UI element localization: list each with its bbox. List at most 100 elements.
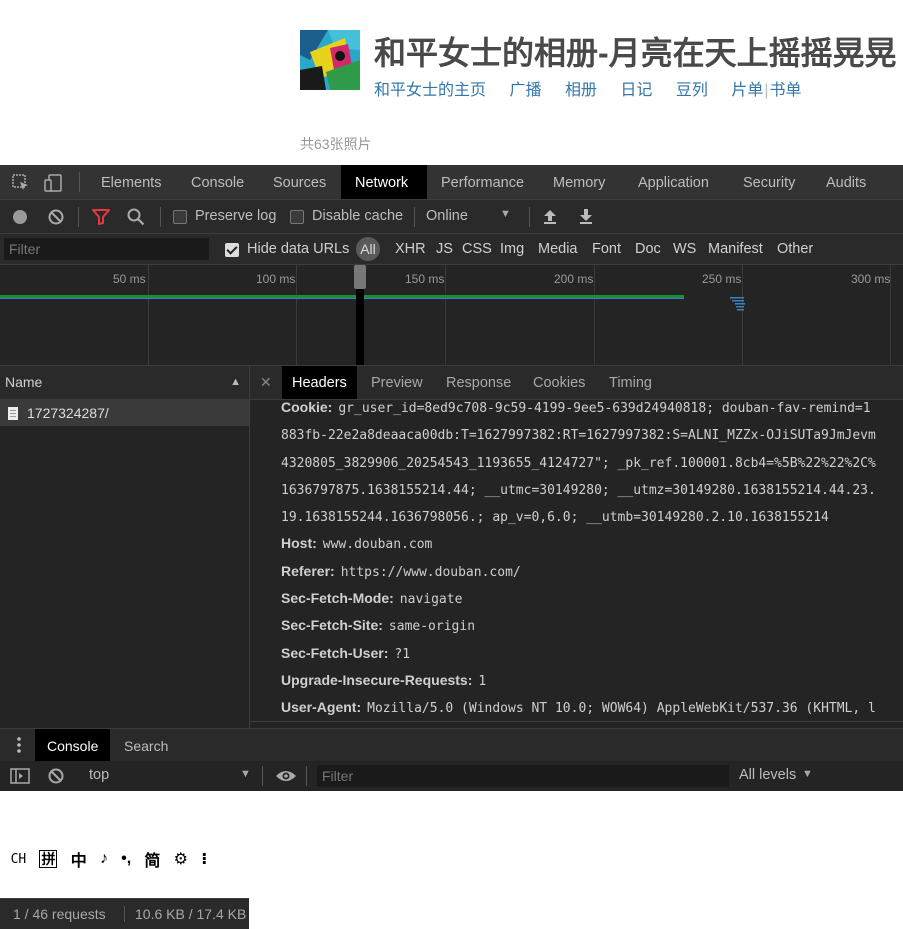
drawer-tab-search[interactable]: Search	[112, 729, 180, 761]
name-column-header[interactable]: Name ▲	[0, 366, 249, 400]
page-nav: 和平女士的主页 广播 相册 日记 豆列 片单|书单	[374, 76, 821, 100]
ime-simplified-icon[interactable]: 简	[144, 847, 160, 871]
ime-settings-icon[interactable]: ⚙	[174, 849, 188, 869]
clear-console-icon[interactable]	[48, 768, 64, 787]
tab-performance[interactable]: Performance	[427, 165, 538, 199]
header-line: 883fb-22e2a8deaaca00db:T=1627997382:RT=1…	[281, 421, 903, 448]
filter-type-img[interactable]: Img	[500, 241, 524, 257]
header-value: ?1	[394, 646, 411, 662]
log-levels-select[interactable]: All levels	[739, 767, 796, 783]
grid-line	[742, 265, 743, 365]
nav-album-link[interactable]: 相册	[565, 82, 597, 99]
filter-type-all[interactable]: All	[356, 237, 380, 261]
filter-type-ws[interactable]: WS	[673, 241, 696, 257]
header-key: Sec-Fetch-User:	[281, 644, 389, 661]
network-filter-bar: Filter Hide data URLs All XHR JS CSS Img…	[0, 234, 903, 265]
import-har-icon[interactable]	[542, 208, 558, 228]
preserve-log-label: Preserve log	[195, 208, 277, 224]
tick-label: 250 ms	[702, 272, 742, 286]
devtools-panel: Elements Console Sources Network Perform…	[0, 165, 903, 929]
overview-range-handle[interactable]	[354, 265, 366, 289]
preserve-log-checkbox[interactable]	[173, 208, 187, 225]
chevron-down-icon[interactable]: ▼	[240, 768, 251, 780]
tab-memory[interactable]: Memory	[539, 165, 619, 199]
chevron-down-icon[interactable]: ▼	[500, 208, 511, 220]
filter-type-other[interactable]: Other	[777, 241, 813, 257]
filter-type-xhr[interactable]: XHR	[395, 241, 426, 257]
console-filter-input[interactable]: Filter	[317, 765, 729, 787]
request-row[interactable]: 1727324287/	[0, 400, 249, 426]
hide-data-urls-checkbox[interactable]	[225, 241, 239, 258]
nav-diary-link[interactable]: 日记	[620, 82, 652, 99]
header-line: 4320805_3829906_20254543_1193655_4124727…	[281, 449, 903, 476]
filter-type-media[interactable]: Media	[538, 241, 578, 257]
sort-ascending-icon[interactable]: ▲	[230, 366, 241, 399]
header-value: 19.1638155244.1636798056.; ap_v=0,6.0; _…	[281, 510, 829, 526]
nav-booklist-link[interactable]: 书单	[770, 82, 802, 99]
header-key: Referer:	[281, 562, 335, 579]
tab-console[interactable]: Console	[177, 165, 258, 199]
inspect-element-icon[interactable]	[12, 174, 30, 195]
ime-punctuation-icon[interactable]: •,	[121, 850, 131, 868]
header-value: 883fb-22e2a8deaaca00db:T=1627997382:RT=1…	[281, 428, 876, 444]
header-key: Cookie:	[281, 399, 333, 415]
overview-range-cursor[interactable]	[356, 289, 364, 365]
filter-icon[interactable]	[92, 209, 110, 228]
summary-divider	[124, 906, 125, 922]
tab-application[interactable]: Application	[624, 165, 723, 199]
header-value: 1636797875.1638155214.44; __utmc=3014928…	[281, 482, 876, 498]
throttle-select[interactable]: Online	[426, 208, 468, 224]
album-avatar[interactable]	[300, 30, 360, 90]
filter-type-font[interactable]: Font	[592, 241, 621, 257]
sidebar-toggle-icon[interactable]	[10, 768, 30, 787]
header-line: Sec-Fetch-Site: same-origin	[281, 612, 903, 639]
network-summary-bar: 1 / 46 requests 10.6 KB / 17.4 KB	[0, 898, 249, 929]
device-toolbar-icon[interactable]	[44, 174, 64, 195]
close-icon[interactable]: ✕	[260, 374, 272, 391]
request-name: 1727324287/	[27, 405, 109, 421]
nav-broadcast-link[interactable]: 广播	[509, 82, 541, 99]
filter-type-js[interactable]: JS	[436, 241, 453, 257]
drawer-tab-console[interactable]: Console	[35, 729, 111, 761]
search-icon[interactable]	[127, 208, 145, 229]
disable-cache-checkbox[interactable]	[290, 208, 304, 225]
nav-home-link[interactable]: 和平女士的主页	[374, 82, 486, 99]
tab-sources[interactable]: Sources	[259, 165, 340, 199]
ime-pinyin-icon[interactable]: 拼	[39, 850, 58, 868]
ime-more-icon[interactable]: ⁝	[201, 849, 207, 869]
tick-label: 150 ms	[405, 272, 445, 286]
page-title: 和平女士的相册-月亮在天上摇摇晃晃	[374, 35, 897, 71]
ime-moon-icon[interactable]: ♪	[100, 850, 108, 868]
ime-toolbar[interactable]: CH 拼 中 ♪ •, 简 ⚙ ⁝	[0, 845, 218, 873]
network-overview[interactable]: 50 ms 100 ms 150 ms 200 ms 250 ms 300 ms	[0, 265, 903, 366]
export-har-icon[interactable]	[578, 208, 594, 228]
eye-icon[interactable]	[275, 769, 297, 786]
small-requests-cluster	[730, 297, 746, 313]
header-line: Cookie: gr_user_id=8ed9c708-9c59-4199-9ee…	[281, 394, 903, 421]
filter-type-css[interactable]: CSS	[462, 241, 492, 257]
request-count: 1 / 46 requests	[13, 906, 106, 922]
header-key: User-Agent:	[281, 699, 362, 716]
tab-audits[interactable]: Audits	[812, 165, 880, 199]
ime-lang-indicator[interactable]: CH	[11, 852, 27, 867]
more-vertical-icon[interactable]	[16, 737, 22, 756]
chevron-down-icon[interactable]: ▼	[802, 768, 813, 780]
ime-chinese-mode-icon[interactable]: 中	[71, 847, 87, 871]
nav-filmlist-link[interactable]: 片单	[731, 82, 763, 99]
grid-line	[296, 265, 297, 365]
nav-doulist-link[interactable]: 豆列	[676, 82, 708, 99]
detail-scroll-edge	[250, 721, 903, 728]
tick-label: 50 ms	[113, 272, 146, 286]
filter-type-manifest[interactable]: Manifest	[708, 241, 763, 257]
header-key: Host:	[281, 535, 317, 552]
tab-elements[interactable]: Elements	[87, 165, 175, 199]
record-icon[interactable]	[12, 209, 28, 228]
web-page: 和平女士的相册-月亮在天上摇摇晃晃 和平女士的主页 广播 相册 日记 豆列 片单…	[0, 0, 903, 165]
context-selector[interactable]: top	[89, 767, 109, 783]
network-filter-input[interactable]: Filter	[4, 238, 209, 260]
tab-network[interactable]: Network	[341, 165, 427, 199]
clear-icon[interactable]	[48, 209, 64, 228]
tab-security[interactable]: Security	[729, 165, 809, 199]
filter-type-doc[interactable]: Doc	[635, 241, 661, 257]
header-line: 1636797875.1638155214.44; __utmc=3014928…	[281, 476, 903, 503]
